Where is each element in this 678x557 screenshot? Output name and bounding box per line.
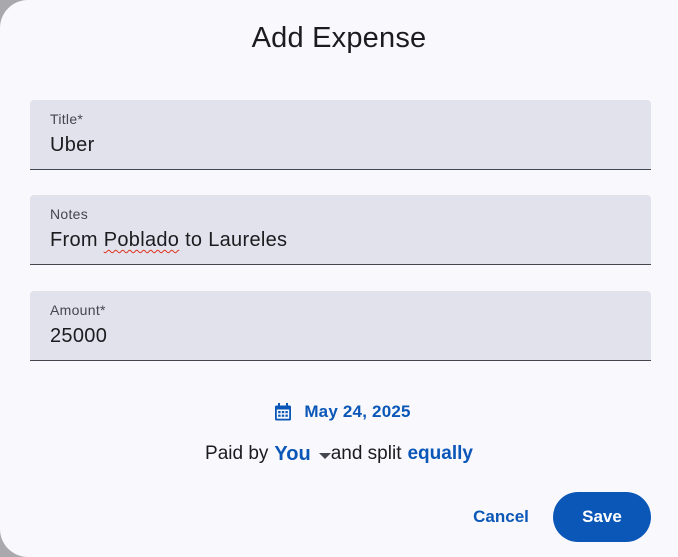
payer-dropdown[interactable]: You: [274, 442, 331, 466]
and-split-label: and split: [330, 443, 402, 464]
title-field-label: Title*: [50, 111, 84, 127]
notes-value-misspelled-word: Poblado: [103, 229, 180, 251]
title-field[interactable]: Title* Uber: [30, 100, 651, 170]
paid-by-row: Paid by You and split equally: [0, 440, 678, 468]
save-button[interactable]: Save: [553, 492, 651, 542]
notes-value-prefix: From: [50, 229, 104, 251]
cancel-button[interactable]: Cancel: [462, 500, 540, 534]
dropdown-arrow-icon: [318, 452, 331, 459]
title-field-value[interactable]: Uber: [50, 134, 95, 157]
notes-value-suffix: to Laureles: [179, 229, 288, 251]
split-mode-link[interactable]: equally: [407, 443, 472, 465]
dialog-title: Add Expense: [251, 22, 427, 54]
calendar-icon: [273, 402, 293, 422]
date-picker-button[interactable]: May 24, 2025: [0, 399, 678, 425]
amount-field-label: Amount*: [50, 302, 106, 318]
date-value: May 24, 2025: [304, 402, 411, 421]
notes-field-value[interactable]: From Poblado to Laureles: [50, 229, 287, 252]
amount-field[interactable]: Amount* 25000: [30, 291, 651, 361]
paid-by-label: Paid by: [205, 443, 269, 464]
payer-value: You: [274, 442, 311, 465]
notes-field[interactable]: Notes From Poblado to Laureles: [30, 195, 651, 265]
amount-field-value[interactable]: 25000: [50, 325, 107, 348]
add-expense-dialog: Add Expense Title* Uber Notes From Pobla…: [0, 0, 678, 557]
notes-field-label: Notes: [50, 206, 89, 222]
